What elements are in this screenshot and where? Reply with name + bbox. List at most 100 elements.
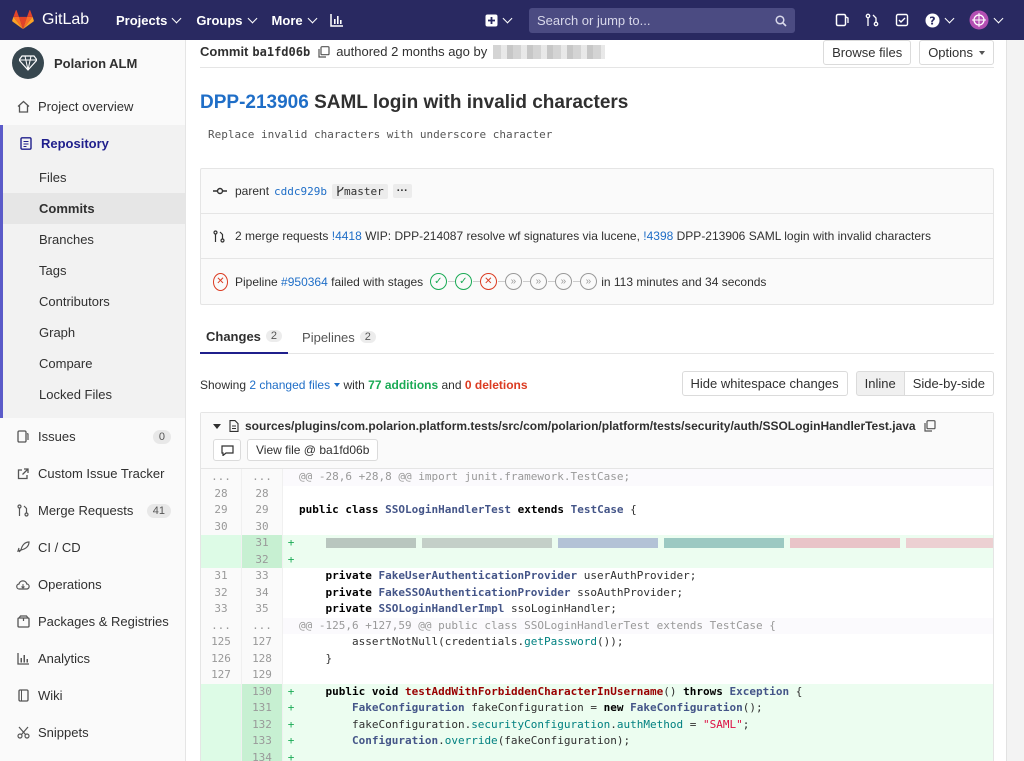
new-line-number[interactable]: 35 (242, 601, 283, 618)
toggle-comments-button[interactable] (213, 439, 241, 461)
old-line-number[interactable]: 126 (201, 650, 242, 667)
sidebar-item-operations[interactable]: Operations (0, 566, 185, 603)
new-line-number[interactable]: 28 (242, 485, 283, 502)
branch-tag[interactable]: master (332, 183, 388, 199)
old-line-number[interactable]: 31 (201, 568, 242, 585)
new-line-number[interactable]: 128 (242, 650, 283, 667)
sidebar-item-analytics[interactable]: Analytics (0, 640, 185, 677)
sidebar-subitem-contributors[interactable]: Contributors (3, 286, 185, 317)
new-line-number[interactable]: 129 (242, 667, 283, 684)
tab-pipelines[interactable]: Pipelines 2 (296, 320, 382, 354)
pipeline-stage-failed-icon[interactable]: ✕ (479, 273, 497, 290)
sidebar-subitem-graph[interactable]: Graph (3, 317, 185, 348)
hide-whitespace-button[interactable]: Hide whitespace changes (681, 371, 848, 396)
user-menu-dropdown[interactable] (969, 10, 1004, 30)
file-path-text[interactable]: sources/plugins/com.polarion.platform.te… (245, 419, 916, 433)
diff-hunk-header: ...... @@ -125,6 +127,59 @@ public class … (201, 617, 993, 634)
old-line-number[interactable] (201, 535, 242, 552)
copy-path-icon[interactable] (923, 420, 936, 432)
pipeline-stage-skipped-icon[interactable]: » (504, 273, 522, 290)
new-line-number[interactable]: 33 (242, 568, 283, 585)
sidebar-item-custom-issue-tracker[interactable]: Custom Issue Tracker (0, 455, 185, 492)
old-line-number[interactable]: 32 (201, 584, 242, 601)
commit-title-issue-link[interactable]: DPP-213906 (200, 92, 309, 113)
activity-chart-button[interactable] (324, 0, 350, 40)
changed-files-dropdown[interactable]: 2 changed files (249, 378, 341, 392)
sidebar-subitem-commits[interactable]: Commits (3, 193, 185, 224)
pipeline-stage-success-icon[interactable]: ✓ (429, 273, 447, 290)
options-dropdown[interactable]: Options (919, 40, 994, 65)
inline-view-button[interactable]: Inline (855, 371, 905, 396)
new-line-number[interactable]: 32 (242, 551, 283, 568)
tab-changes[interactable]: Changes 2 (200, 320, 289, 354)
sidebar-item-snippets[interactable]: Snippets (0, 714, 185, 751)
sidebar-subitem-locked-files[interactable]: Locked Files (3, 379, 185, 410)
new-line-number[interactable]: 29 (242, 502, 283, 519)
old-line-number[interactable]: ... (201, 469, 242, 486)
new-line-number[interactable]: 130 (242, 683, 283, 700)
copy-icon[interactable] (318, 45, 330, 58)
window-scrollbar[interactable] (1006, 40, 1024, 761)
old-line-number[interactable] (201, 700, 242, 717)
sidebar-item-repository[interactable]: Repository (3, 125, 185, 162)
pipeline-stage-skipped-icon[interactable]: » (579, 273, 597, 290)
new-line-number[interactable]: ... (242, 617, 283, 634)
new-line-number[interactable]: 132 (242, 716, 283, 733)
groups-dropdown[interactable]: Groups (188, 0, 263, 40)
new-line-number[interactable]: 34 (242, 584, 283, 601)
gitlab-home-link[interactable]: GitLab (12, 10, 108, 30)
new-line-number[interactable]: 31 (242, 535, 283, 552)
merge-request-icon[interactable] (865, 13, 879, 27)
new-line-number[interactable]: 134 (242, 749, 283, 761)
search-input[interactable]: Search or jump to... (529, 8, 795, 33)
old-line-number[interactable]: 127 (201, 667, 242, 684)
help-dropdown[interactable]: ? (925, 13, 955, 28)
sidebar-item-packages-registries[interactable]: Packages & Registries (0, 603, 185, 640)
new-line-number[interactable]: 127 (242, 634, 283, 651)
old-line-number[interactable] (201, 749, 242, 761)
sidebar-item-wiki[interactable]: Wiki (0, 677, 185, 714)
projects-dropdown[interactable]: Projects (108, 0, 188, 40)
new-line-number[interactable]: ... (242, 469, 283, 486)
sidebar-subitem-compare[interactable]: Compare (3, 348, 185, 379)
more-dropdown[interactable]: More (264, 0, 324, 40)
old-line-number[interactable] (201, 683, 242, 700)
sidebar-subitem-branches[interactable]: Branches (3, 224, 185, 255)
old-line-number[interactable] (201, 733, 242, 750)
parent-commit-link[interactable]: cddc929b (274, 185, 327, 198)
old-line-number[interactable]: 33 (201, 601, 242, 618)
pipeline-stage-skipped-icon[interactable]: » (529, 273, 547, 290)
sidebar-item-issues[interactable]: Issues 0 (0, 418, 185, 455)
old-line-number[interactable] (201, 716, 242, 733)
pipeline-stage-skipped-icon[interactable]: » (554, 273, 572, 290)
pipeline-link[interactable]: #950364 (281, 275, 328, 289)
sidebar-item-project-overview[interactable]: Project overview (0, 88, 185, 125)
more-branches-button[interactable]: ··· (392, 184, 412, 198)
todo-check-icon[interactable] (895, 13, 909, 27)
new-item-dropdown[interactable] (485, 0, 513, 40)
old-line-number[interactable]: ... (201, 617, 242, 634)
collapse-toggle-icon[interactable] (213, 423, 221, 429)
new-line-number[interactable]: 30 (242, 518, 283, 535)
old-line-number[interactable]: 30 (201, 518, 242, 535)
sidebar-item-ci-cd[interactable]: CI / CD (0, 529, 185, 566)
side-by-side-view-button[interactable]: Side-by-side (904, 371, 994, 396)
browse-files-button[interactable]: Browse files (823, 40, 912, 65)
sidebar-project-header[interactable]: Polarion ALM (0, 40, 185, 86)
merge-request-link-4418[interactable]: !4418 (332, 229, 362, 243)
old-line-number[interactable]: 28 (201, 485, 242, 502)
pipeline-stage-success-icon[interactable]: ✓ (454, 273, 472, 290)
diff-sign (283, 486, 299, 503)
old-line-number[interactable]: 125 (201, 634, 242, 651)
sidebar-subitem-tags[interactable]: Tags (3, 255, 185, 286)
view-file-button[interactable]: View file @ ba1fd06b (247, 439, 379, 461)
old-line-number[interactable] (201, 551, 242, 568)
new-line-number[interactable]: 131 (242, 700, 283, 717)
merge-request-link-4398[interactable]: !4398 (643, 229, 673, 243)
old-line-number[interactable]: 29 (201, 502, 242, 519)
sidebar-item-merge-requests[interactable]: Merge Requests 41 (0, 492, 185, 529)
sidebar-subitem-files[interactable]: Files (3, 162, 185, 193)
pipeline-failed-icon[interactable]: ✕ (213, 272, 229, 291)
issues-icon[interactable] (835, 13, 849, 27)
new-line-number[interactable]: 133 (242, 733, 283, 750)
